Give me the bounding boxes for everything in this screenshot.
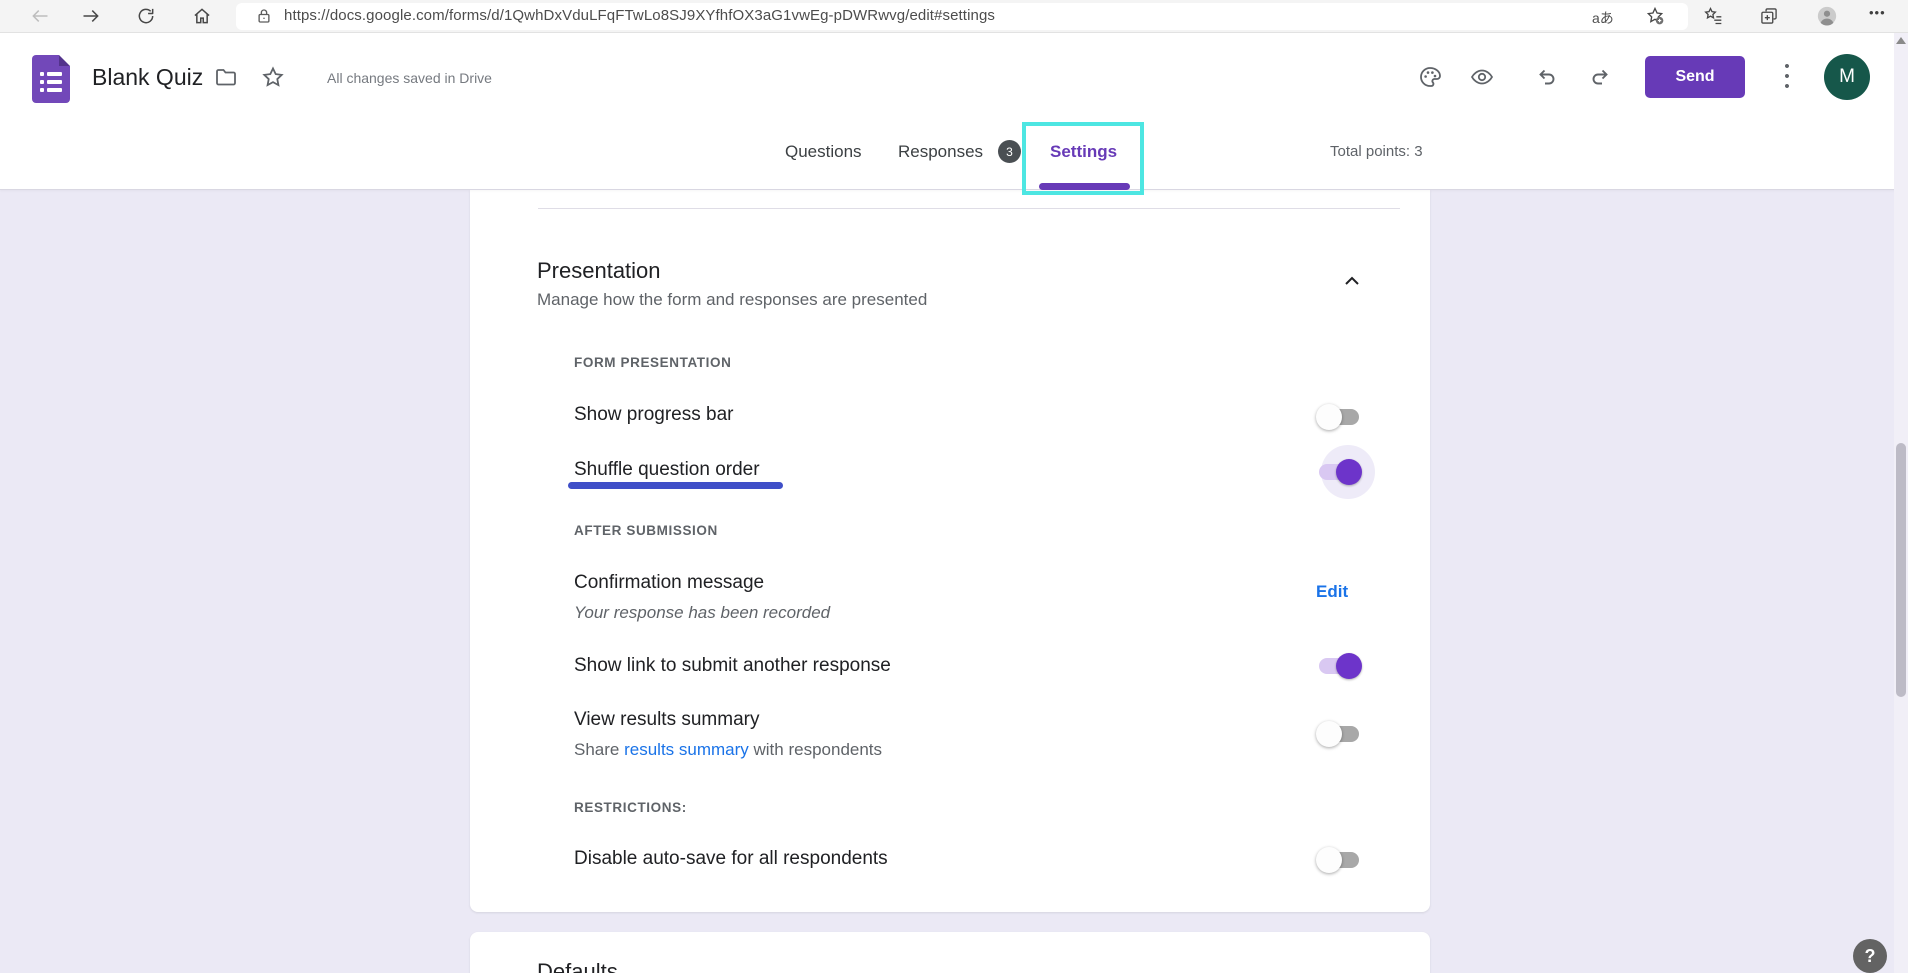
view-results-summary-sub: Share results summary with respondents [574,739,882,761]
shuffle-underline-annotation [568,482,783,489]
logo-bar [47,80,62,84]
settings-page: Presentation Manage how the form and res… [0,190,1908,973]
view-results-summary-label: View results summary [574,708,759,732]
home-icon[interactable] [192,6,212,26]
toggle-knob [1336,653,1362,679]
logo-bullet [40,72,44,76]
preview-eye-icon[interactable] [1470,65,1494,89]
presentation-title: Presentation [537,258,661,284]
disable-autosave-label: Disable auto-save for all respondents [574,847,888,871]
scrollbar-thumb[interactable] [1896,443,1906,697]
show-progress-bar-toggle[interactable] [1316,403,1362,431]
tab-questions[interactable]: Questions [785,141,862,163]
results-summary-link[interactable]: results summary [624,740,749,759]
redo-icon[interactable] [1589,65,1613,89]
account-avatar[interactable]: M [1824,54,1870,100]
share-prefix: Share [574,740,624,759]
presentation-subtitle: Manage how the form and responses are pr… [537,290,927,310]
save-status: All changes saved in Drive [327,70,492,86]
toggle-knob [1336,459,1362,485]
logo-bullet [40,88,44,92]
chevron-up-icon[interactable] [1340,269,1364,293]
confirmation-message-value: Your response has been recorded [574,602,830,624]
disable-autosave-toggle[interactable] [1316,846,1362,874]
browser-toolbar: https://docs.google.com/forms/d/1QwhDxVd… [0,0,1908,33]
add-favorite-icon[interactable] [1645,6,1665,26]
restrictions-group-label: RESTRICTIONS: [574,800,687,815]
defaults-card: Defaults [470,932,1430,973]
profile-icon[interactable] [1816,5,1836,25]
toggle-knob [1316,847,1342,873]
share-suffix: with respondents [749,740,882,759]
toggle-knob [1316,404,1342,430]
scrollbar-up-arrow-icon[interactable] [1896,37,1906,44]
translate-icon[interactable]: aあ [1592,8,1614,28]
theme-palette-icon[interactable] [1418,65,1442,89]
lock-icon [255,7,275,27]
show-link-toggle[interactable] [1316,652,1362,680]
move-folder-icon[interactable] [214,65,238,89]
toggle-knob [1316,721,1342,747]
url-text[interactable]: https://docs.google.com/forms/d/1QwhDxVd… [284,7,995,24]
shuffle-question-order-toggle[interactable] [1316,458,1362,486]
forward-icon[interactable] [81,6,101,26]
after-submission-group-label: AFTER SUBMISSION [574,523,718,538]
total-points: Total points: 3 [1330,143,1423,160]
logo-bar [47,88,62,92]
refresh-icon[interactable] [136,6,156,26]
tab-responses[interactable]: Responses [898,141,983,163]
settings-highlight-annotation [1022,122,1144,195]
collections-icon[interactable] [1759,6,1779,26]
browser-menu-icon[interactable]: ••• [1869,5,1886,20]
form-presentation-group-label: FORM PRESENTATION [574,355,731,370]
shuffle-question-order-label: Shuffle question order [574,458,760,482]
back-icon[interactable] [30,6,50,26]
view-results-summary-toggle[interactable] [1316,720,1362,748]
show-link-label: Show link to submit another response [574,654,891,678]
confirmation-message-label: Confirmation message [574,571,764,595]
help-button[interactable]: ? [1853,939,1887,973]
forms-logo-icon[interactable] [32,55,70,103]
undo-icon[interactable] [1534,65,1558,89]
presentation-card: Presentation Manage how the form and res… [470,190,1430,912]
show-progress-bar-label: Show progress bar [574,403,733,427]
more-options-icon[interactable]: ••• [1780,62,1794,92]
favorites-bar-icon[interactable] [1703,6,1723,26]
logo-bullet [40,80,44,84]
logo-bar [47,72,62,76]
scrollbar-track[interactable] [1894,33,1908,973]
defaults-title: Defaults [537,959,618,973]
edit-confirmation-link[interactable]: Edit [1316,582,1348,602]
responses-count-badge: 3 [998,140,1021,163]
forms-header: Blank Quiz All changes saved in Drive Se… [0,33,1908,190]
page-fold [59,55,70,66]
document-title[interactable]: Blank Quiz [92,60,203,94]
send-button[interactable]: Send [1645,56,1745,98]
star-icon[interactable] [261,65,285,89]
section-divider [538,208,1400,209]
